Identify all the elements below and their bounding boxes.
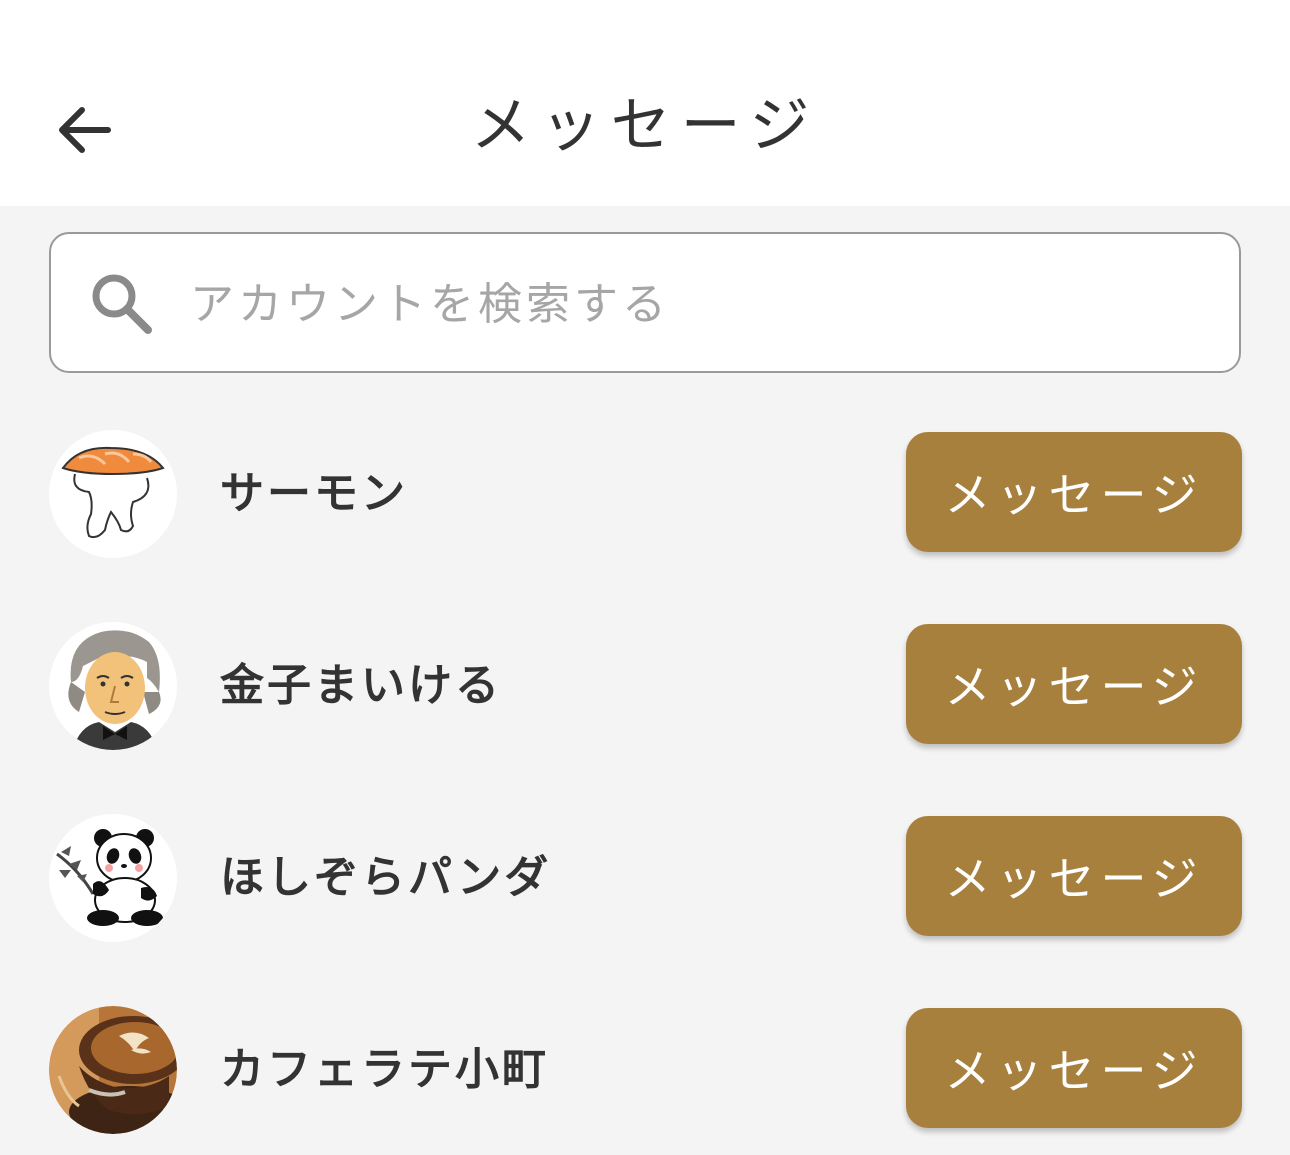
search-icon — [92, 274, 152, 334]
account-name: ほしぞらパンダ — [220, 852, 552, 903]
cafe-latte-avatar[interactable] — [49, 1006, 177, 1134]
message-button[interactable]: メッセージ — [906, 816, 1242, 936]
account-name: サーモン — [220, 468, 408, 519]
search-input[interactable] — [190, 268, 1190, 340]
message-button[interactable]: メッセージ — [906, 624, 1242, 744]
account-row: ほしぞらパンダ メッセージ — [0, 814, 1290, 954]
panda-avatar[interactable] — [49, 814, 177, 942]
account-row: 金子まいける メッセージ — [0, 622, 1290, 762]
page-title: メッセージ — [470, 91, 820, 161]
salmon-sushi-avatar[interactable] — [49, 430, 177, 558]
account-name: 金子まいける — [220, 660, 502, 711]
account-row: カフェラテ小町 メッセージ — [0, 1006, 1290, 1146]
app-header: メッセージ — [0, 0, 1290, 206]
account-row: サーモン メッセージ — [0, 430, 1290, 570]
portrait-man-avatar[interactable] — [49, 622, 177, 750]
message-button[interactable]: メッセージ — [906, 432, 1242, 552]
account-name: カフェラテ小町 — [220, 1044, 549, 1095]
message-button[interactable]: メッセージ — [906, 1008, 1242, 1128]
